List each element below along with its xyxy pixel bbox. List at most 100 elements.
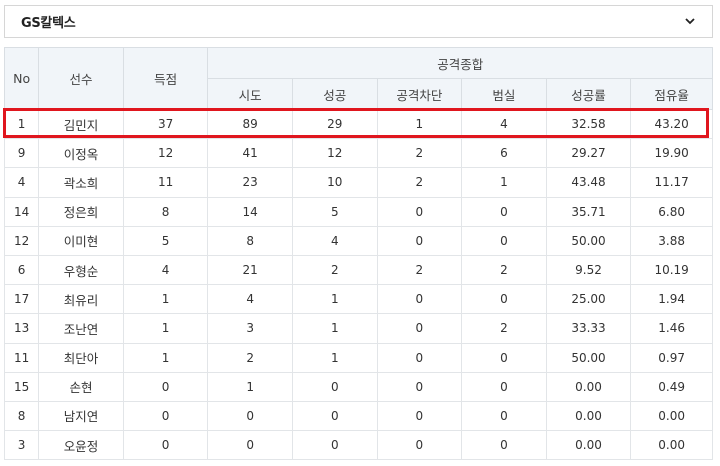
cell-no: 13 (3, 313, 40, 344)
header-blocked[interactable]: 공격차단 (376, 78, 463, 110)
cell-points: 37 (122, 108, 209, 140)
cell-share: 0.97 (630, 342, 713, 373)
cell-attempts: 41 (207, 138, 293, 169)
cell-player: 최단아 (38, 342, 124, 373)
cell-attempts: 14 (207, 196, 293, 227)
cell-points: 5 (122, 225, 209, 256)
cell-errors: 2 (461, 254, 547, 286)
cell-success: 1 (291, 342, 378, 373)
cell-blocked: 2 (376, 138, 463, 169)
header-attack-group: 공격종합 (207, 47, 713, 79)
cell-errors: 0 (461, 225, 547, 256)
cell-success-rate: 29.27 (545, 138, 632, 169)
cell-attempts: 8 (207, 225, 293, 256)
team-select-dropdown[interactable]: GS칼텍스 (4, 5, 713, 38)
cell-share: 1.46 (630, 313, 713, 344)
cell-blocked: 2 (376, 167, 463, 198)
cell-errors: 6 (461, 138, 547, 169)
cell-points: 0 (122, 400, 209, 432)
cell-no: 14 (3, 196, 40, 227)
cell-no: 15 (3, 371, 40, 402)
cell-errors: 0 (461, 430, 547, 461)
cell-blocked: 0 (376, 313, 463, 344)
cell-share: 0.00 (630, 400, 713, 432)
cell-attempts: 89 (207, 108, 293, 140)
cell-points: 11 (122, 167, 209, 198)
cell-success-rate: 50.00 (545, 342, 632, 373)
cell-blocked: 0 (376, 430, 463, 461)
table-row: 1 김민지 37 89 29 1 4 32.58 43.20 (3, 108, 713, 140)
cell-success-rate: 0.00 (545, 400, 632, 432)
cell-errors: 0 (461, 284, 547, 315)
cell-share: 1.94 (630, 284, 713, 315)
header-share[interactable]: 점유율 (630, 78, 713, 110)
header-errors[interactable]: 범실 (461, 78, 547, 110)
header-attempts[interactable]: 시도 (207, 78, 293, 110)
header-player[interactable]: 선수 (38, 47, 124, 110)
cell-errors: 0 (461, 196, 547, 227)
cell-blocked: 0 (376, 225, 463, 256)
cell-success: 29 (291, 108, 378, 140)
cell-success-rate: 43.48 (545, 167, 632, 198)
cell-success: 2 (291, 254, 378, 286)
cell-points: 0 (122, 371, 209, 402)
cell-success: 5 (291, 196, 378, 227)
cell-points: 1 (122, 342, 209, 373)
cell-success: 0 (291, 400, 378, 432)
cell-success-rate: 0.00 (545, 371, 632, 402)
cell-success: 1 (291, 284, 378, 315)
header-no[interactable]: No (3, 47, 40, 110)
cell-blocked: 0 (376, 196, 463, 227)
cell-errors: 0 (461, 342, 547, 373)
cell-share: 3.88 (630, 225, 713, 256)
header-points[interactable]: 득점 (122, 47, 209, 110)
cell-points: 8 (122, 196, 209, 227)
cell-points: 1 (122, 284, 209, 315)
cell-attempts: 21 (207, 254, 293, 286)
table-row: 4 곽소희 11 23 10 2 1 43.48 11.17 (3, 167, 713, 198)
cell-points: 4 (122, 254, 209, 286)
cell-success-rate: 33.33 (545, 313, 632, 344)
cell-success-rate: 50.00 (545, 225, 632, 256)
cell-player: 남지연 (38, 400, 124, 432)
cell-no: 1 (3, 108, 40, 140)
table-row: 3 오윤정 0 0 0 0 0 0.00 0.00 (3, 430, 713, 461)
table-row: 13 조난연 1 3 1 0 2 33.33 1.46 (3, 313, 713, 344)
cell-blocked: 0 (376, 342, 463, 373)
cell-player: 이미현 (38, 225, 124, 256)
cell-player: 최유리 (38, 284, 124, 315)
cell-errors: 0 (461, 400, 547, 432)
cell-attempts: 0 (207, 430, 293, 461)
cell-errors: 2 (461, 313, 547, 344)
cell-attempts: 0 (207, 400, 293, 432)
cell-share: 11.17 (630, 167, 713, 198)
header-success[interactable]: 성공 (291, 78, 378, 110)
cell-no: 11 (3, 342, 40, 373)
cell-share: 0.00 (630, 430, 713, 461)
cell-attempts: 3 (207, 313, 293, 344)
cell-success: 0 (291, 371, 378, 402)
team-select-value: GS칼텍스 (21, 16, 76, 31)
cell-points: 12 (122, 138, 209, 169)
cell-share: 6.80 (630, 196, 713, 227)
cell-attempts: 4 (207, 284, 293, 315)
cell-player: 김민지 (38, 108, 124, 140)
cell-errors: 0 (461, 371, 547, 402)
cell-success: 1 (291, 313, 378, 344)
table-row: 15 손현 0 1 0 0 0 0.00 0.49 (3, 371, 713, 402)
cell-share: 0.49 (630, 371, 713, 402)
cell-errors: 1 (461, 167, 547, 198)
cell-attempts: 23 (207, 167, 293, 198)
cell-attempts: 2 (207, 342, 293, 373)
cell-player: 조난연 (38, 313, 124, 344)
cell-success-rate: 25.00 (545, 284, 632, 315)
header-success-rate[interactable]: 성공률 (545, 78, 632, 110)
cell-errors: 4 (461, 108, 547, 140)
cell-player: 손현 (38, 371, 124, 402)
cell-no: 17 (3, 284, 40, 315)
cell-attempts: 1 (207, 371, 293, 402)
cell-no: 3 (3, 430, 40, 461)
cell-blocked: 0 (376, 284, 463, 315)
chevron-down-icon (685, 18, 695, 25)
cell-success: 4 (291, 225, 378, 256)
